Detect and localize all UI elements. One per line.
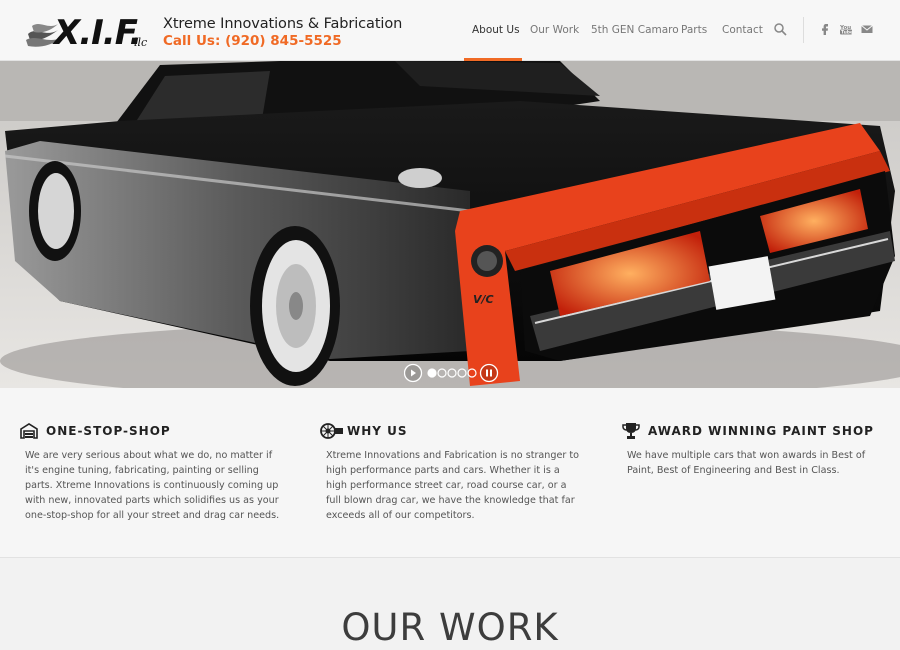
- feature-title: AWARD WINNING PAINT SHOP: [648, 424, 874, 438]
- nav-about-us[interactable]: About Us: [472, 24, 520, 36]
- facebook-icon[interactable]: [818, 22, 832, 36]
- hero-slider[interactable]: V/C: [0, 61, 900, 388]
- play-icon[interactable]: [404, 363, 423, 383]
- slide-dot-2[interactable]: [437, 368, 447, 378]
- hero-car-image: V/C: [0, 61, 900, 388]
- svg-text:X.I.F.: X.I.F.: [52, 13, 141, 53]
- nav-divider: [803, 17, 804, 43]
- feature-title: ONE-STOP-SHOP: [46, 424, 171, 438]
- turbo-icon: [320, 423, 343, 439]
- slide-dot-4[interactable]: [457, 368, 467, 378]
- nav-contact[interactable]: Contact: [722, 24, 763, 36]
- features-section: ONE-STOP-SHOP We are very serious about …: [0, 388, 900, 558]
- section-title: OUR WORK: [341, 606, 559, 649]
- nav-parts[interactable]: Parts: [681, 24, 707, 36]
- mail-icon[interactable]: [860, 22, 874, 36]
- brand-name: Xtreme Innovations & Fabrication: [163, 16, 403, 32]
- nav-our-work[interactable]: Our Work: [530, 24, 579, 36]
- search-icon[interactable]: [773, 22, 787, 36]
- slide-dot-5[interactable]: [467, 368, 477, 378]
- feature-text: We are very serious about what we do, no…: [25, 450, 280, 521]
- nav-5th-gen-camaro[interactable]: 5th GEN Camaro: [591, 24, 679, 36]
- youtube-icon[interactable]: You Tube: [839, 22, 853, 36]
- logo[interactable]: X.I.F. llc: [26, 8, 160, 54]
- slider-controls: [404, 363, 499, 383]
- phone-number[interactable]: Call Us: (920) 845-5525: [163, 33, 342, 49]
- garage-icon: [20, 423, 38, 439]
- feature-title: WHY US: [347, 424, 408, 438]
- slide-dot-1[interactable]: [427, 368, 437, 378]
- svg-text:Tube: Tube: [841, 30, 853, 36]
- slide-dot-3[interactable]: [447, 368, 457, 378]
- pause-icon[interactable]: [479, 363, 499, 383]
- trophy-icon: [622, 423, 640, 439]
- feature-text: Xtreme Innovations and Fabrication is no…: [326, 450, 579, 521]
- site-header: X.I.F. llc Xtreme Innovations & Fabricat…: [0, 0, 900, 61]
- svg-text:V/C: V/C: [473, 293, 494, 306]
- feature-text: We have multiple cars that won awards in…: [627, 450, 866, 476]
- svg-text:llc: llc: [134, 36, 147, 49]
- our-work-section: OUR WORK: [0, 558, 900, 650]
